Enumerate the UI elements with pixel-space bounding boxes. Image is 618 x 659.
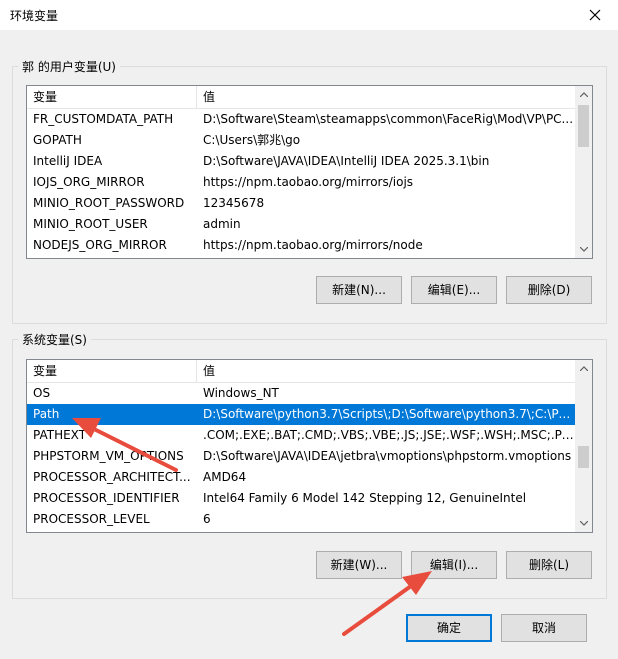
row-value-cell: D:\Software\python3.7\Scripts\;D:\Softwa… bbox=[203, 407, 575, 421]
scroll-up-arrow[interactable] bbox=[575, 86, 592, 103]
row-value-cell: https://npm.taobao.org/mirrors/iojs bbox=[203, 175, 414, 189]
system-vars-scrollbar[interactable] bbox=[575, 360, 592, 532]
user-new-button[interactable]: 新建(N)... bbox=[316, 276, 402, 304]
table-row[interactable]: IOJS_ORG_MIRROR https://npm.taobao.org/mi… bbox=[27, 172, 575, 193]
table-row[interactable]: Path D:\Software\python3.7\Scripts\;D:\So… bbox=[27, 404, 575, 425]
row-value-cell: Windows_NT bbox=[203, 386, 279, 400]
column-header-value[interactable]: 值 bbox=[197, 86, 575, 108]
row-name-cell: NODEJS_ORG_MIRROR bbox=[33, 238, 167, 252]
row-value-cell: Intel64 Family 6 Model 142 Stepping 12, … bbox=[203, 491, 527, 505]
row-value-cell: D:\Software\JAVA\IDEA\IntelliJ IDEA 2025… bbox=[203, 154, 490, 168]
window-title: 环境变量 bbox=[10, 9, 59, 23]
row-name-cell: IOJS_ORG_MIRROR bbox=[33, 175, 145, 189]
table-row[interactable]: FR_CUSTOMDATA_PATH D:\Software\Steam\stea… bbox=[27, 109, 575, 130]
scroll-thumb[interactable] bbox=[578, 105, 589, 147]
scroll-down-arrow[interactable] bbox=[575, 241, 592, 258]
user-edit-button[interactable]: 编辑(E)... bbox=[411, 276, 497, 304]
row-value-cell: admin bbox=[203, 217, 241, 231]
row-value-cell: C:\Users\郭兆\go bbox=[203, 133, 301, 147]
table-row[interactable]: IntelliJ IDEA D:\Software\JAVA\IDEA\Intel… bbox=[27, 151, 575, 172]
table-row[interactable]: MINIO_ROOT_USER admin bbox=[27, 214, 575, 235]
table-row[interactable]: GOPATH C:\Users\郭兆\go bbox=[27, 130, 575, 151]
row-name-cell: IntelliJ IDEA bbox=[33, 154, 103, 168]
column-header-name[interactable]: 变量 bbox=[27, 86, 197, 108]
user-vars-list[interactable]: 变量 值 FR_CUSTOMDATA_PATH D:\Software\Steam… bbox=[26, 85, 593, 259]
scroll-thumb[interactable] bbox=[578, 446, 589, 468]
chevron-up-icon bbox=[579, 366, 588, 371]
table-row[interactable]: MINIO_ROOT_PASSWORD 12345678 bbox=[27, 193, 575, 214]
close-icon bbox=[589, 9, 601, 21]
row-name-cell: MINIO_ROOT_USER bbox=[33, 217, 148, 231]
table-row[interactable]: PHPSTORM_VM_OPTIONS D:\Software\JAVA\IDEA… bbox=[27, 446, 575, 467]
chevron-down-icon bbox=[579, 247, 588, 252]
system-new-button[interactable]: 新建(W)... bbox=[316, 551, 402, 579]
system-vars-list[interactable]: 变量 值 OS Windows_NT Path D:\Software\python3… bbox=[26, 359, 593, 533]
row-name-cell: PROCESSOR_ARCHITECT... bbox=[33, 470, 191, 484]
user-delete-button[interactable]: 删除(D) bbox=[506, 276, 592, 304]
scroll-up-arrow[interactable] bbox=[575, 360, 592, 377]
cancel-button[interactable]: 取消 bbox=[501, 614, 587, 642]
row-name-cell: OS bbox=[33, 386, 51, 400]
chevron-up-icon bbox=[579, 92, 588, 97]
row-value-cell: D:\Software\JAVA\IDEA\jetbra\vmoptions\p… bbox=[203, 449, 572, 463]
user-vars-label: 郭 的用户变量(U) bbox=[18, 58, 120, 75]
row-value-cell: 12345678 bbox=[203, 196, 265, 210]
ok-button[interactable]: 确定 bbox=[406, 614, 492, 642]
table-row[interactable]: PATHEXT .COM;.EXE;.BAT;.CMD;.VBS;.VBE;.JS… bbox=[27, 425, 575, 446]
column-header-name[interactable]: 变量 bbox=[27, 360, 197, 382]
row-value-cell: .COM;.EXE;.BAT;.CMD;.VBS;.VBE;.JS;.JSE;.… bbox=[203, 428, 575, 442]
user-vars-scrollbar[interactable] bbox=[575, 86, 592, 258]
title-bar: 环境变量 bbox=[0, 0, 618, 30]
table-row[interactable]: PROCESSOR_ARCHITECT... AMD64 bbox=[27, 467, 575, 488]
row-name-cell: PROCESSOR_LEVEL bbox=[33, 512, 150, 526]
table-row[interactable]: PROCESSOR_LEVEL 6 bbox=[27, 509, 575, 530]
row-name-cell: FR_CUSTOMDATA_PATH bbox=[33, 112, 174, 126]
row-value-cell: AMD64 bbox=[203, 470, 247, 484]
scroll-down-arrow[interactable] bbox=[575, 515, 592, 532]
row-value-cell: https://npm.taobao.org/mirrors/node bbox=[203, 238, 423, 252]
close-button[interactable] bbox=[572, 0, 618, 30]
system-vars-header: 变量 值 bbox=[27, 360, 592, 383]
user-vars-header: 变量 值 bbox=[27, 86, 592, 109]
chevron-down-icon bbox=[579, 521, 588, 526]
column-header-value[interactable]: 值 bbox=[197, 360, 575, 382]
row-name-cell: PHPSTORM_VM_OPTIONS bbox=[33, 449, 184, 463]
row-value-cell: D:\Software\Steam\steamapps\common\FaceR… bbox=[203, 112, 574, 126]
row-value-cell: 6 bbox=[203, 512, 211, 526]
table-row[interactable]: OS Windows_NT bbox=[27, 383, 575, 404]
row-name-cell: MINIO_ROOT_PASSWORD bbox=[33, 196, 185, 210]
row-name-cell: Path bbox=[33, 407, 60, 421]
table-row[interactable]: PROCESSOR_IDENTIFIER Intel64 Family 6 Mod… bbox=[27, 488, 575, 509]
row-name-cell: PATHEXT bbox=[33, 428, 87, 442]
system-delete-button[interactable]: 删除(L) bbox=[506, 551, 592, 579]
system-edit-button[interactable]: 编辑(I)... bbox=[411, 551, 497, 579]
row-name-cell: PROCESSOR_IDENTIFIER bbox=[33, 491, 180, 505]
table-row[interactable]: NODEJS_ORG_MIRROR https://npm.taobao.org/… bbox=[27, 235, 575, 256]
system-vars-label: 系统变量(S) bbox=[18, 331, 91, 348]
row-name-cell: GOPATH bbox=[33, 133, 82, 147]
